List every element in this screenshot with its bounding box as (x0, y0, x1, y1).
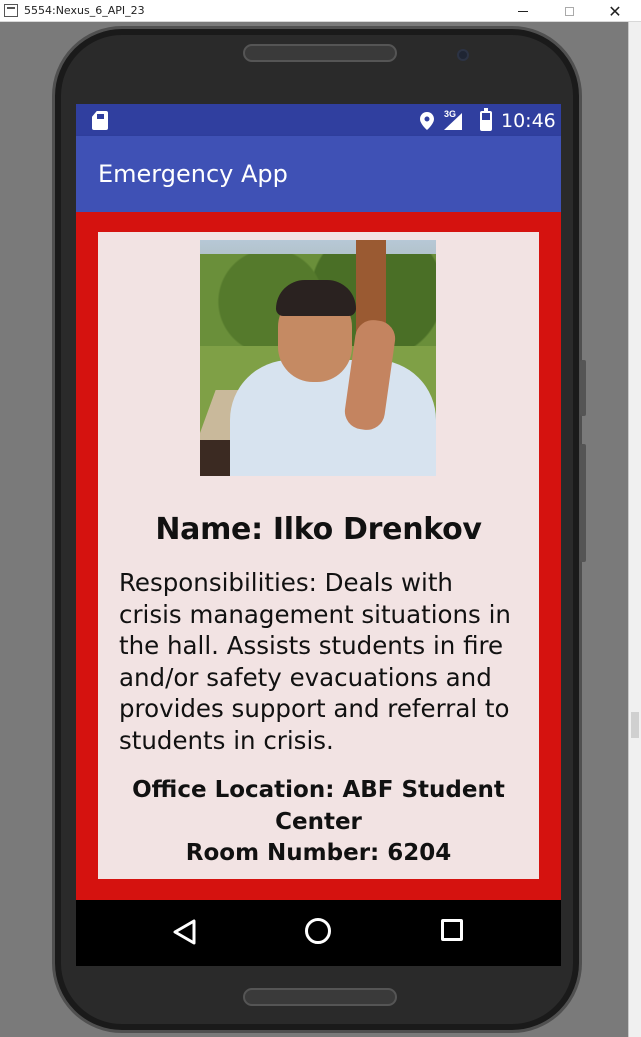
content-area: Name: Ilko Drenkov Responsibilities: Dea… (76, 212, 561, 900)
app-toolbar: Emergency App (76, 136, 561, 212)
back-icon[interactable] (172, 919, 198, 945)
emulator-title-bar: 5554:Nexus_6_API_23 ✕ (0, 0, 641, 22)
status-bar: 3G 10:46 (76, 104, 561, 136)
front-camera-icon (457, 49, 469, 61)
emulator-side-strip (628, 22, 641, 1037)
location-icon (420, 112, 434, 130)
sd-card-icon (92, 111, 108, 130)
top-speaker (243, 44, 397, 62)
maximize-icon (564, 6, 574, 16)
status-clock: 10:46 (501, 110, 556, 132)
emulator-app-icon (4, 4, 18, 17)
app-title: Emergency App (98, 160, 288, 188)
bottom-speaker (243, 988, 397, 1006)
volume-button[interactable] (580, 444, 586, 562)
contact-name: Name: Ilko Drenkov (155, 512, 482, 547)
power-button[interactable] (580, 360, 586, 416)
home-icon[interactable] (305, 918, 331, 944)
office-location: Office Location: ABF Student Center (132, 777, 505, 835)
navigation-bar (76, 900, 561, 966)
emulator-window-title: 5554:Nexus_6_API_23 (24, 4, 145, 17)
room-number: Room Number: 6204 (185, 840, 452, 866)
minimize-button[interactable] (500, 0, 546, 22)
network-type-label: 3G (444, 109, 457, 119)
device-screen: 3G 10:46 Emergency App Name: Ilko Drenko… (76, 104, 561, 966)
minimize-icon (518, 10, 528, 12)
close-button[interactable]: ✕ (592, 0, 638, 22)
contact-photo (200, 240, 436, 476)
contact-card: Name: Ilko Drenkov Responsibilities: Dea… (98, 232, 539, 879)
maximize-button[interactable] (546, 0, 592, 22)
contact-office-info: Office Location: ABF Student Center Room… (118, 775, 519, 870)
photo-hair (276, 280, 356, 316)
close-icon: ✕ (608, 1, 622, 21)
recents-icon[interactable] (441, 919, 463, 941)
contact-responsibilities: Responsibilities: Deals with crisis mana… (119, 568, 511, 755)
battery-icon (480, 108, 492, 131)
